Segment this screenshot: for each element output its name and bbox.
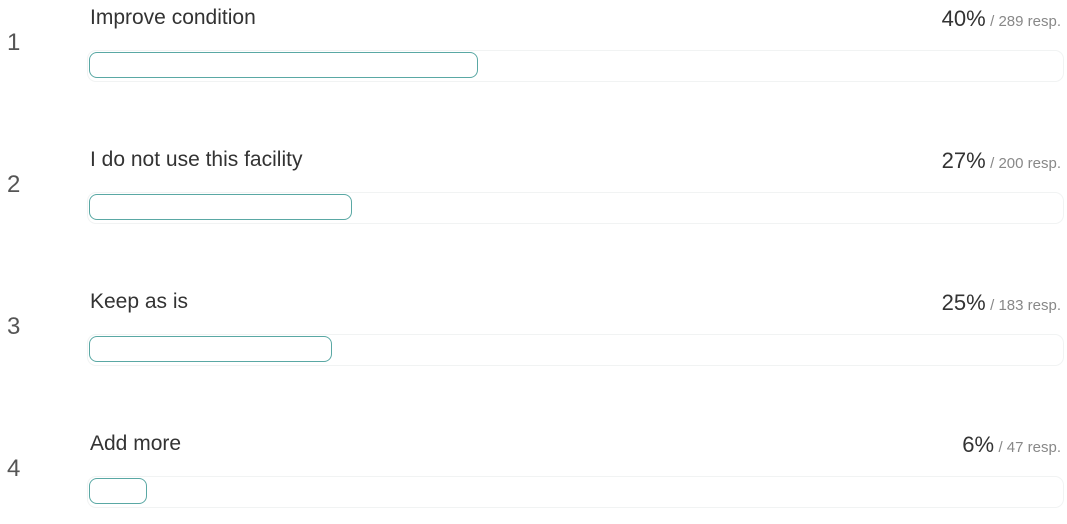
percentage-label: 40% [941,6,986,31]
result-row: 4 Add more 6% / 47 resp. [0,432,1067,524]
rank-number: 3 [7,313,21,340]
option-label: Keep as is [90,290,189,313]
result-stats: 40% / 289 resp. [942,6,1061,32]
result-row: 1 Improve condition 40% / 289 resp. [0,6,1067,98]
rank-number: 1 [7,29,21,56]
result-row: 3 Keep as is 25% / 183 resp. [0,290,1067,382]
result-bar [89,194,352,220]
percentage-label: 27% [941,148,986,173]
percentage-label: 6% [962,432,994,457]
response-count: / 289 resp. [990,13,1061,30]
bar-track [88,51,1063,81]
option-label: I do not use this facility [90,148,303,171]
bar-track [88,335,1063,365]
response-count: / 183 resp. [990,297,1061,314]
response-count: / 200 resp. [990,155,1061,172]
result-bar [89,52,479,78]
option-label: Improve condition [90,6,256,29]
result-row: 2 I do not use this facility 27% / 200 r… [0,148,1067,240]
result-stats: 6% / 47 resp. [962,432,1061,458]
poll-results: 1 Improve condition 40% / 289 resp. 2 I … [0,0,1067,517]
result-bar [89,478,148,504]
bar-track [88,193,1063,223]
bar-track [88,477,1063,507]
result-bar [89,336,333,362]
percentage-label: 25% [941,290,986,315]
rank-number: 2 [7,171,21,198]
result-stats: 27% / 200 resp. [942,148,1061,174]
response-count: / 47 resp. [998,439,1061,456]
option-label: Add more [90,432,182,455]
result-stats: 25% / 183 resp. [942,290,1061,316]
rank-number: 4 [7,455,21,482]
